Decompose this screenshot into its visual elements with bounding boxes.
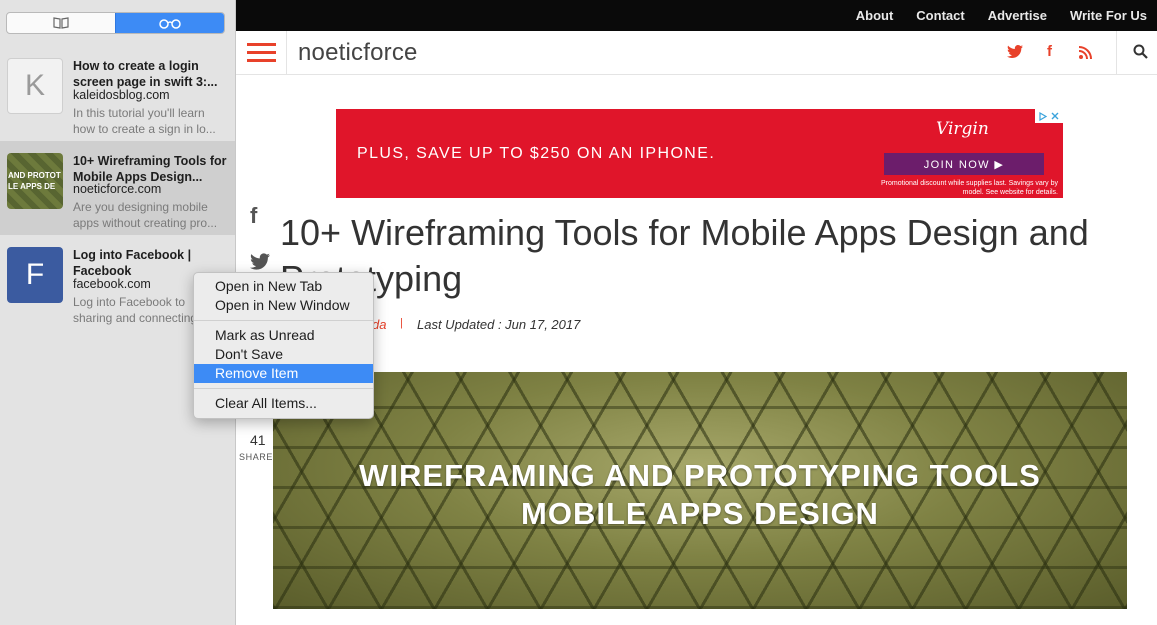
article-date: Last Updated : Jun 17, 2017 [417,317,581,332]
menu-item-mark-unread[interactable]: Mark as Unread [194,326,373,345]
share-facebook-icon[interactable]: f [250,203,257,229]
search-icon[interactable] [1133,44,1148,59]
item-description: apps without creating pro... [73,216,218,230]
item-thumbnail: K [7,58,63,114]
ad-headline: PLUS, SAVE UP TO $250 ON AN IPHONE. [357,145,716,162]
book-icon [53,17,69,29]
item-title: 10+ Wireframing Tools for Mobile Apps De… [73,154,227,184]
sidebar-segmented-control [6,12,225,34]
window: K How to create a login screen page in s… [0,0,1157,625]
item-thumbnail: AND PROTOT LE APPS DE [7,153,63,209]
ad-fine-print: Promotional discount while supplies last… [880,180,1058,196]
virgin-logo: Virgin [936,119,989,139]
close-icon [1051,112,1059,120]
share-twitter-icon[interactable] [250,253,270,270]
facebook-icon[interactable]: f [1047,43,1052,60]
header-divider [286,31,287,75]
nav-about-link[interactable]: About [856,8,894,23]
reading-list-tab[interactable] [115,13,224,33]
ad-join-now-button[interactable]: JOIN NOW ▶ [884,153,1044,175]
item-domain: kaleidosblog.com [73,88,170,102]
article-title: 10+ Wireframing Tools for Mobile Apps De… [280,212,1089,299]
site-header: noeticforce f [236,31,1157,75]
menu-item-dont-save[interactable]: Don't Save [194,345,373,364]
nav-contact-link[interactable]: Contact [916,8,964,23]
item-title: How to create a login screen page in swi… [73,59,218,89]
glasses-icon [159,19,181,29]
item-description: Are you designing mobile [73,200,208,214]
item-thumbnail: F [7,247,63,303]
bookmarks-tab[interactable] [7,13,115,33]
reading-list-item[interactable]: K How to create a login screen page in s… [0,46,235,140]
share-count: 41 [250,432,266,448]
adchoices-icon [1039,111,1047,121]
menu-item-open-new-tab[interactable]: Open in New Tab [194,277,373,296]
article-hero-image: WIREFRAMING AND PROTOTYPING TOOLS MOBILE… [273,372,1127,609]
reading-list-item-selected[interactable]: AND PROTOT LE APPS DE 10+ Wireframing To… [0,141,235,235]
item-domain: noeticforce.com [73,182,162,196]
menu-separator [194,388,373,389]
nav-advertise-link[interactable]: Advertise [988,8,1047,23]
menu-separator [194,320,373,321]
ad-choices-icon[interactable] [1035,109,1063,123]
menu-item-remove-item[interactable]: Remove Item [194,364,373,383]
hero-text-line1: WIREFRAMING AND PROTOTYPING TOOLS [359,458,1041,493]
nav-write-for-us-link[interactable]: Write For Us [1070,8,1147,23]
item-description: In this tutorial you'll learn [73,106,205,120]
item-description: how to create a sign in lo... [73,122,216,136]
context-menu: Open in New Tab Open in New Window Mark … [193,272,374,419]
top-nav-bar: About Contact Advertise Write For Us [236,0,1157,31]
menu-item-clear-all[interactable]: Clear All Items... [194,394,373,413]
rss-icon[interactable] [1079,46,1092,59]
article-author-link[interactable]: da [372,317,386,332]
menu-item-open-new-window[interactable]: Open in New Window [194,296,373,315]
twitter-icon[interactable] [1007,45,1023,58]
item-domain: facebook.com [73,277,151,291]
site-logo[interactable]: noeticforce [298,39,418,67]
hamburger-menu-icon[interactable] [247,43,276,63]
header-divider [1116,31,1117,75]
hero-text-line2: MOBILE APPS DESIGN [521,496,879,531]
meta-separator: | [400,317,403,329]
advertisement-banner[interactable]: PLUS, SAVE UP TO $250 ON AN IPHONE. Virg… [336,109,1063,198]
